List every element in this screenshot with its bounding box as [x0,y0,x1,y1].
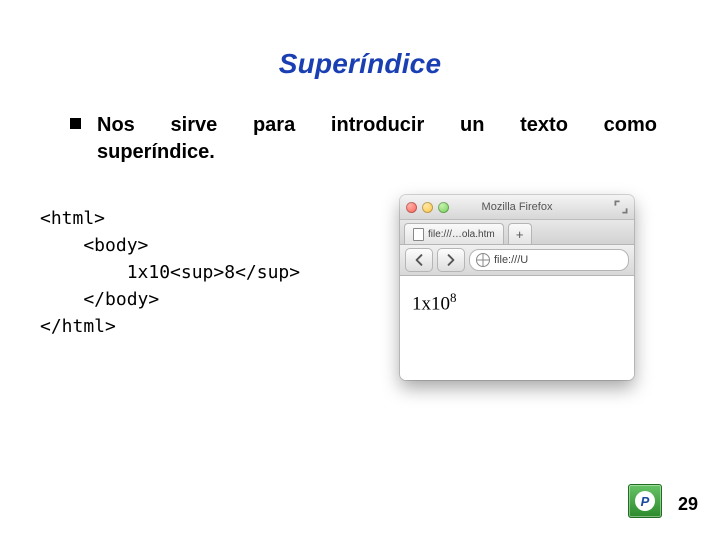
minimize-icon[interactable] [422,202,433,213]
window-title: Mozilla Firefox [400,201,634,213]
tab-label: file:///…ola.htm [428,229,495,240]
code-line: 1x10<sup>8</sup> [40,262,300,283]
page-viewport: 1x108 [400,276,634,380]
page-number: 29 [678,494,698,515]
forward-button[interactable] [437,248,465,272]
bullet-text: Nos sirve para introducir un texto como … [97,112,657,166]
code-line: </html> [40,316,116,337]
new-tab-button[interactable]: + [508,223,532,244]
maximize-icon[interactable] [438,202,449,213]
file-icon [413,228,424,241]
footer-logo-icon: P [628,484,662,518]
url-text: file:///U [494,254,528,266]
code-line: </body> [40,289,159,310]
code-line: <body> [40,235,148,256]
browser-titlebar: Mozilla Firefox [400,195,634,220]
nav-toolbar: file:///U [400,245,634,276]
rendered-text-exponent: 8 [450,290,457,305]
close-icon[interactable] [406,202,417,213]
globe-icon [476,253,490,267]
browser-window: Mozilla Firefox file:///…ola.htm + file:… [400,195,634,380]
url-bar[interactable]: file:///U [469,249,629,271]
back-button[interactable] [405,248,433,272]
code-snippet: <html> <body> 1x10<sup>8</sup> </body> <… [40,205,360,340]
rendered-text-base: 1x10 [412,293,450,314]
bullet-block: Nos sirve para introducir un texto como … [70,112,670,166]
bullet-line-2: superíndice. [97,139,657,166]
footer-logo-letter: P [635,491,655,511]
bullet-marker-icon [70,118,81,129]
expand-icon[interactable] [614,200,628,214]
tab-active[interactable]: file:///…ola.htm [404,223,504,244]
bullet-line-1: Nos sirve para introducir un texto como [97,112,657,139]
code-line: <html> [40,208,105,229]
slide-title: Superíndice [0,48,720,80]
tab-strip: file:///…ola.htm + [400,220,634,245]
